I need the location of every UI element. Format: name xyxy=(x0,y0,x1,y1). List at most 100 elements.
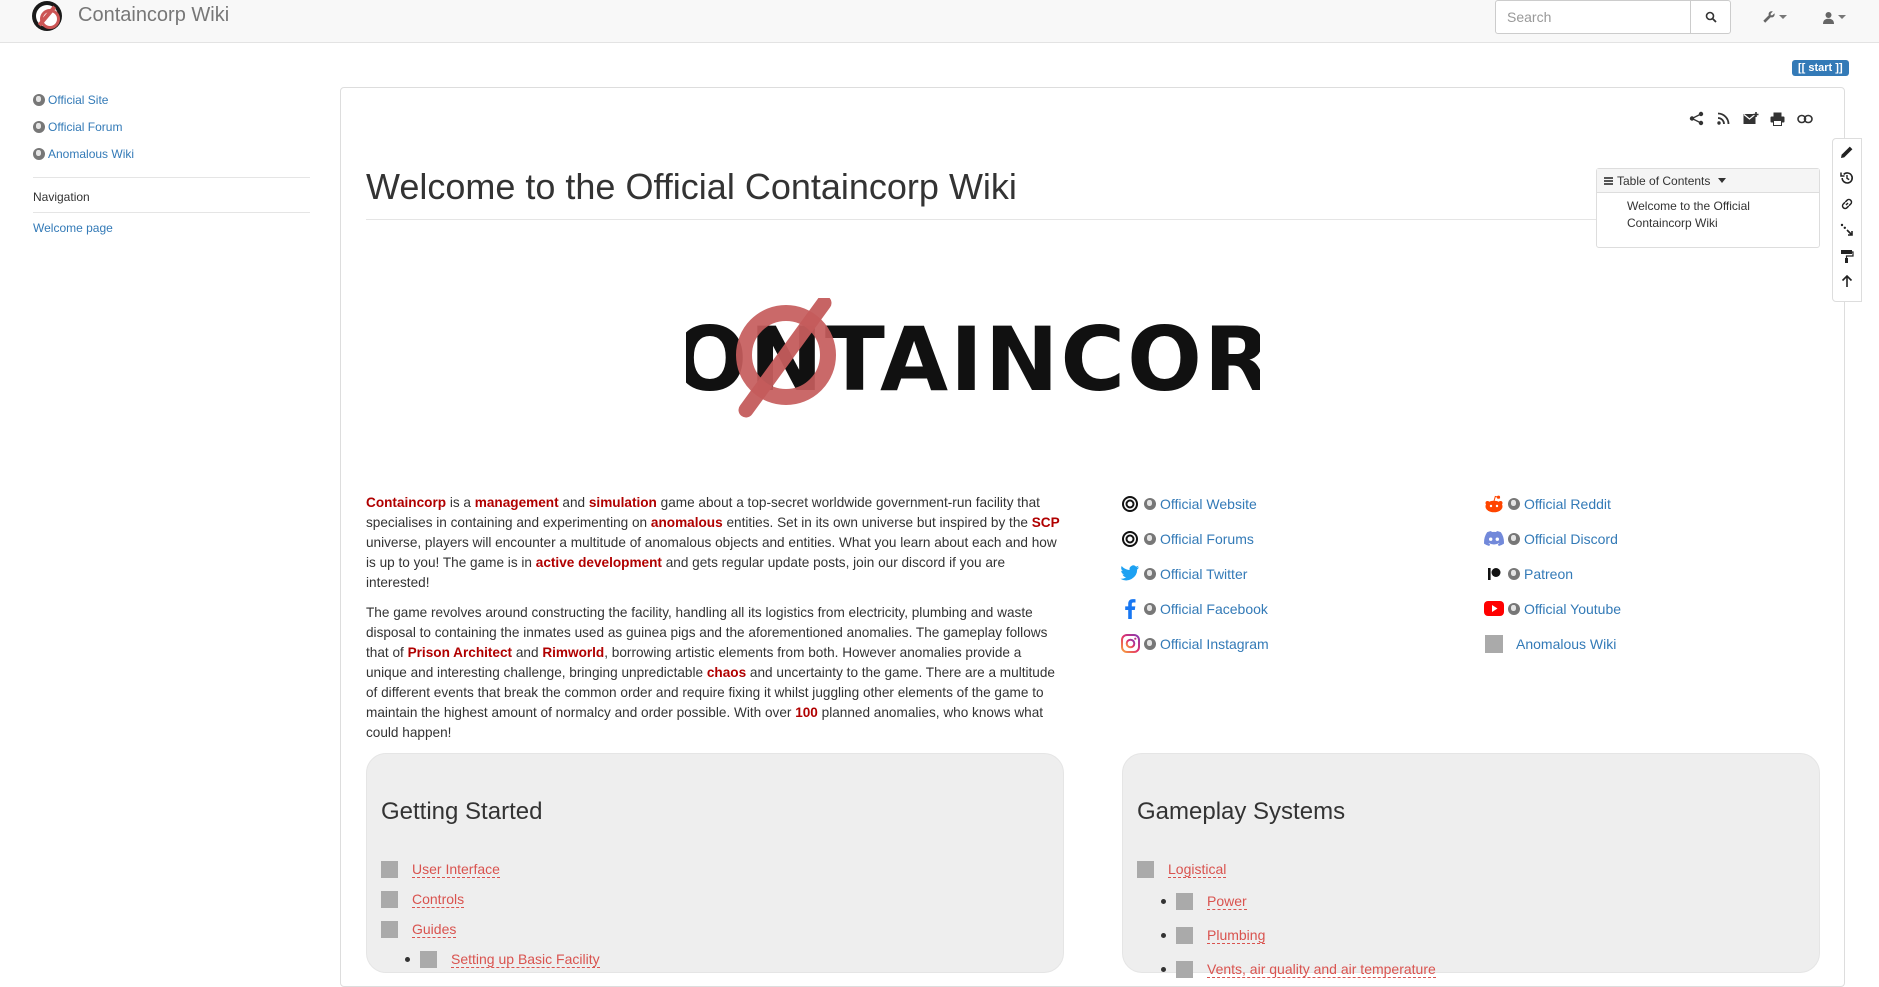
facebook-icon xyxy=(1120,598,1140,619)
link-official-website[interactable]: Official Website xyxy=(1120,486,1269,521)
getting-started-heading: Getting Started xyxy=(381,798,543,825)
containcorp-icon xyxy=(1120,494,1140,514)
revisions-button[interactable] xyxy=(1839,169,1855,186)
highlight-keyword: chaos xyxy=(706,665,747,680)
link-label: Official Reddit xyxy=(1524,495,1611,512)
intro-text-run: entities. Set in its own universe but in… xyxy=(722,515,1032,530)
chevron-down-icon xyxy=(1838,15,1846,19)
twitter-icon xyxy=(1120,564,1140,584)
search-button[interactable] xyxy=(1690,0,1731,34)
email-button[interactable] xyxy=(1742,110,1759,127)
search-input[interactable] xyxy=(1495,0,1691,34)
globe-icon xyxy=(1508,567,1520,580)
link-icon xyxy=(1841,198,1853,209)
containcorp-banner-logo: CONTAINCORP xyxy=(686,298,1260,418)
globe-icon xyxy=(1144,532,1156,545)
placeholder-image-icon xyxy=(1176,960,1193,978)
share-button[interactable] xyxy=(1688,110,1705,127)
sidebar-link-label: Official Site xyxy=(48,92,109,107)
link-plumbing[interactable]: Plumbing xyxy=(1207,927,1266,944)
link-official-reddit[interactable]: Official Reddit xyxy=(1484,486,1621,521)
back-to-top-button[interactable] xyxy=(1839,273,1855,290)
link-anomalous-wiki[interactable]: Anomalous Wiki xyxy=(1484,626,1621,661)
link-official-discord[interactable]: Official Discord xyxy=(1484,521,1621,556)
sidebar-link-label: Official Forum xyxy=(48,119,123,134)
link-official-youtube[interactable]: Official Youtube xyxy=(1484,591,1621,626)
link-label: Official Facebook xyxy=(1160,600,1268,617)
discord-icon xyxy=(1484,529,1504,549)
gameplay-systems-heading: Gameplay Systems xyxy=(1137,798,1346,825)
link-controls[interactable]: Controls xyxy=(412,891,465,908)
link-label: Official Instagram xyxy=(1160,635,1269,652)
rss-button[interactable] xyxy=(1715,110,1732,127)
link-setting-up-basic-facility[interactable]: Setting up Basic Facility xyxy=(451,951,600,968)
link-power[interactable]: Power xyxy=(1207,893,1247,910)
backlinks-button[interactable] xyxy=(1839,195,1855,212)
list-item: Controls xyxy=(381,884,600,914)
link-official-facebook[interactable]: Official Facebook xyxy=(1120,591,1269,626)
page-id-badge[interactable]: [[ start ]] xyxy=(1792,60,1849,76)
community-links-left: Official Website Official Forums Officia… xyxy=(1120,486,1269,661)
reddit-icon xyxy=(1484,494,1504,514)
placeholder-image-icon xyxy=(381,890,398,908)
link-user-interface[interactable]: User Interface xyxy=(412,861,500,878)
bullet xyxy=(1161,898,1166,904)
youtube-icon xyxy=(1484,599,1504,619)
highlight-keyword: anomalous xyxy=(650,515,723,530)
getting-started-panel: Getting Started User Interface Controls … xyxy=(366,753,1064,973)
page-title: Welcome to the Official Containcorp Wiki xyxy=(366,166,1017,207)
print-button[interactable] xyxy=(1769,110,1786,127)
tools-menu-button[interactable] xyxy=(1758,6,1790,28)
permalink-button[interactable] xyxy=(1796,110,1813,127)
intro-paragraph-2: The game revolves around constructing th… xyxy=(366,603,1062,743)
link-label: Official Youtube xyxy=(1524,600,1622,617)
edit-page-button[interactable] xyxy=(1839,143,1855,160)
link-vents-air-quality[interactable]: Vents, air quality and air temperature xyxy=(1207,961,1436,978)
list-item: User Interface xyxy=(381,854,600,884)
page-actions-rail xyxy=(1832,138,1862,302)
link-guides[interactable]: Guides xyxy=(412,921,457,938)
link-official-forums[interactable]: Official Forums xyxy=(1120,521,1269,556)
site-title[interactable]: Containcorp Wiki xyxy=(78,4,229,27)
intro-paragraph-1: Containcorp is a management and simulati… xyxy=(366,493,1062,593)
site-logo-icon[interactable] xyxy=(32,1,62,31)
placeholder-image-icon xyxy=(420,950,437,968)
page-share-tools xyxy=(1688,110,1813,127)
highlight-keyword: simulation xyxy=(588,495,657,510)
sidebar-link-anomalous-wiki[interactable]: Anomalous Wiki xyxy=(33,140,310,167)
email-plus-icon xyxy=(1743,111,1758,124)
chevron-down-icon xyxy=(1778,15,1787,19)
highlight-keyword: management xyxy=(474,495,559,510)
list-item: Power xyxy=(1137,884,1436,918)
toc-toggle[interactable]: Table of Contents xyxy=(1597,169,1819,193)
patreon-icon xyxy=(1484,564,1504,584)
wrench-icon xyxy=(1762,11,1775,23)
history-icon xyxy=(1840,171,1853,184)
link-official-instagram[interactable]: Official Instagram xyxy=(1120,626,1269,661)
move-page-button[interactable] xyxy=(1839,221,1855,238)
search-icon xyxy=(1705,11,1717,23)
highlight-keyword: Prison Architect xyxy=(407,645,513,660)
toc-item[interactable]: Welcome to the Official Containcorp Wiki xyxy=(1627,198,1797,232)
paint-roller-icon xyxy=(1841,249,1854,263)
globe-icon xyxy=(33,147,45,160)
link-official-twitter[interactable]: Official Twitter xyxy=(1120,556,1269,591)
link-logistical[interactable]: Logistical xyxy=(1168,861,1227,878)
intro-text-run: and xyxy=(512,645,543,660)
sidebar-link-official-site[interactable]: Official Site xyxy=(33,86,310,113)
user-icon xyxy=(1823,11,1834,24)
link-label: Official Twitter xyxy=(1160,565,1248,582)
globe-icon xyxy=(1508,497,1520,510)
globe-icon xyxy=(33,93,45,106)
placeholder-image-icon xyxy=(381,860,398,878)
divider xyxy=(33,177,310,178)
rss-icon xyxy=(1717,112,1730,125)
sidebar-link-official-forum[interactable]: Official Forum xyxy=(33,113,310,140)
link-patreon[interactable]: Patreon xyxy=(1484,556,1621,591)
user-menu-button[interactable] xyxy=(1818,6,1850,28)
intro-text-run: and xyxy=(558,495,589,510)
page-style-button[interactable] xyxy=(1839,247,1855,264)
top-navbar: Containcorp Wiki xyxy=(0,0,1879,43)
link-label: Patreon xyxy=(1524,565,1574,582)
sidebar-item-welcome-page[interactable]: Welcome page xyxy=(33,221,310,235)
